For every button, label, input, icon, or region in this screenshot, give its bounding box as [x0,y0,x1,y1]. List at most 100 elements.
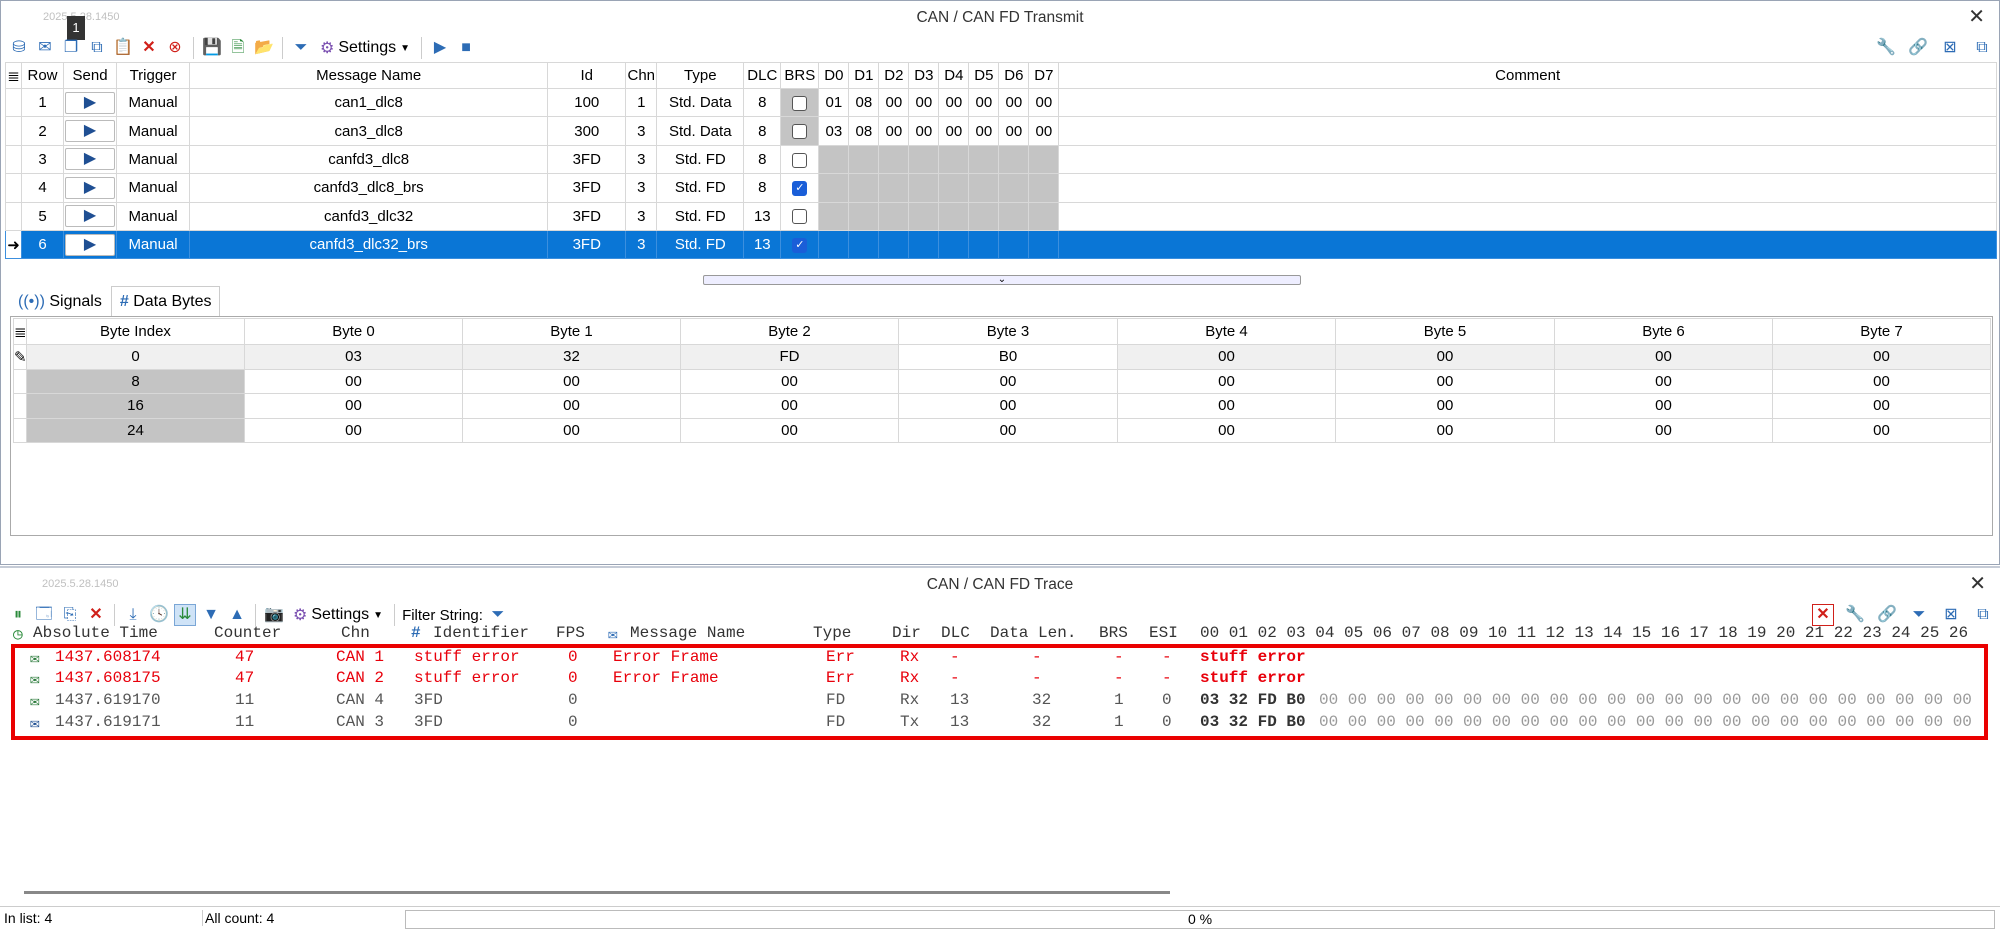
col-byte-3[interactable]: Byte 3 [898,318,1118,345]
comment-cell[interactable] [1058,229,1997,260]
col-message-name[interactable]: Message Name [189,62,549,89]
col-id[interactable]: Id [547,62,627,89]
byte-value-cell[interactable]: B0 [898,344,1118,370]
byte-value-cell[interactable]: 00 [1117,368,1336,394]
close-icon[interactable]: ✕ [1968,1,1985,34]
brs-checkbox[interactable] [792,152,808,168]
filter-icon[interactable]: ⏷ [290,37,312,59]
col-data-len[interactable]: Data Len. [990,624,1076,642]
col-d4[interactable]: D4 [938,62,970,89]
send-button[interactable]: ▶ [65,233,116,256]
col-bytes[interactable]: 00 01 02 03 04 05 06 07 08 09 10 11 12 1… [1200,624,1968,642]
byte-value-cell[interactable]: 32 [462,344,681,370]
brs-checkbox[interactable]: ✓ [792,180,808,196]
col-dir[interactable]: Dir [892,624,921,642]
col-comment[interactable]: Comment [1058,62,1997,89]
byte-value-cell[interactable]: 00 [898,368,1118,394]
open-folder-icon[interactable]: 📂 [253,37,275,59]
col-byte-2[interactable]: Byte 2 [680,318,899,345]
col-trigger[interactable]: Trigger [116,62,191,89]
byte-value-cell[interactable]: 00 [1772,368,1991,394]
add-db-icon[interactable]: ⛁ [8,37,30,59]
col-brs[interactable]: BRS [1099,624,1128,642]
col-byte-1[interactable]: Byte 1 [462,318,681,345]
settings-button[interactable]: ⚙ Settings ▼ [316,38,414,58]
horizontal-scrollbar[interactable] [24,891,1170,894]
byte-value-cell[interactable]: 00 [1335,417,1555,443]
export-icon[interactable]: ⎘ [59,604,81,626]
byte-value-cell[interactable]: 00 [1554,393,1773,419]
byte-value-cell[interactable]: 00 [680,417,899,443]
table-row[interactable]: 1 ▶ Manual can1_dlc8 100 1 Std. Data 8 01 08 00 00 0… [5,87,1997,118]
byte-value-cell[interactable]: 00 [1335,344,1555,370]
splitter-handle[interactable]: ⌄ [703,275,1301,285]
brs-checkbox[interactable]: ✓ [792,237,808,253]
byte-value-cell[interactable]: 00 [898,393,1118,419]
byte-value-cell[interactable]: 00 [1335,368,1555,394]
byte-value-cell[interactable]: 00 [680,393,899,419]
col-d7[interactable]: D7 [1028,62,1060,89]
col-byte-6[interactable]: Byte 6 [1554,318,1773,345]
col-brs[interactable]: BRS [780,62,820,89]
byte-value-cell[interactable]: FD [680,344,899,370]
window-icon[interactable]: ⧉ [1972,604,1994,626]
byte-value-cell[interactable]: 00 [1772,344,1991,370]
col-counter[interactable]: Counter [214,624,281,642]
delete-all-icon[interactable]: ⊗ [164,37,186,59]
byte-value-cell[interactable]: 03 [244,344,463,370]
col-dlc[interactable]: DLC [941,624,970,642]
byte-value-cell[interactable]: 00 [462,368,681,394]
arrow-down-icon[interactable]: ▼ [200,604,222,626]
col-identifier[interactable]: Identifier [433,624,529,642]
comment-cell[interactable] [1058,116,1997,146]
col-type[interactable]: Type [813,624,851,642]
byte-value-cell[interactable]: 00 [244,368,463,394]
col-byte-7[interactable]: Byte 7 [1772,318,1991,345]
col-d1[interactable]: D1 [848,62,880,89]
col-fps[interactable]: FPS [556,624,585,642]
byte-value-cell[interactable]: 00 [1772,417,1991,443]
send-button[interactable]: ▶ [65,120,116,143]
sort-icon[interactable]: ⇊ [174,604,196,626]
col-absolute-time[interactable]: Absolute Time [33,624,158,642]
row-menu-icon[interactable]: ≣ [13,318,27,345]
send-button[interactable]: ▶ [65,148,116,171]
clear-icon[interactable]: ⊠ [1939,37,1961,59]
link-icon[interactable]: 🔗 [1907,37,1929,59]
byte-value-cell[interactable]: 00 [680,368,899,394]
save-icon[interactable]: 💾 [201,37,223,59]
col-d2[interactable]: D2 [878,62,910,89]
play-icon[interactable]: ▶ [429,37,451,59]
col-d0[interactable]: D0 [818,62,850,89]
col-d6[interactable]: D6 [998,62,1030,89]
link-icon[interactable]: 🔗 [1876,604,1898,626]
wrench-icon[interactable]: 🔧 [1875,37,1897,59]
save-as-icon[interactable]: 🗎 [227,37,249,59]
delete-icon[interactable]: ✕ [138,37,160,59]
wrench-icon[interactable]: 🔧 [1844,604,1866,626]
settings-button[interactable]: ⚙ Settings ▼ [289,605,387,625]
table-row[interactable]: ➜ 6 ▶ Manual canfd3_dlc32_brs 3FD 3 Std. FD 13 ✓ [5,229,1997,260]
remove-filter-icon[interactable]: ✕ [1812,604,1834,626]
byte-value-cell[interactable]: 00 [1117,417,1336,443]
col-d3[interactable]: D3 [908,62,940,89]
comment-cell[interactable] [1058,144,1997,175]
filter-icon[interactable]: ⏷ [487,604,509,626]
byte-value-cell[interactable]: 00 [1335,393,1555,419]
col-dlc[interactable]: DLC [743,62,782,89]
add-message-icon[interactable]: ✉ [34,37,56,59]
col-byte-5[interactable]: Byte 5 [1335,318,1555,345]
brs-checkbox[interactable] [792,95,808,111]
table-row[interactable]: 3 ▶ Manual canfd3_dlc8 3FD 3 Std. FD 8 [5,144,1997,175]
send-button[interactable]: ▶ [65,205,116,228]
byte-value-cell[interactable]: 00 [1554,344,1773,370]
comment-cell[interactable] [1058,201,1997,231]
close-icon[interactable]: ✕ [1969,568,1986,601]
brs-checkbox[interactable] [792,209,808,225]
brs-checkbox[interactable] [792,124,808,140]
clear-icon[interactable]: ⊠ [1940,604,1962,626]
byte-value-cell[interactable]: 00 [1554,417,1773,443]
tab-data-bytes[interactable]: # Data Bytes [110,286,221,316]
row-menu-icon[interactable]: ≣ [5,62,22,89]
pause-icon[interactable]: ⏸ [7,604,29,626]
